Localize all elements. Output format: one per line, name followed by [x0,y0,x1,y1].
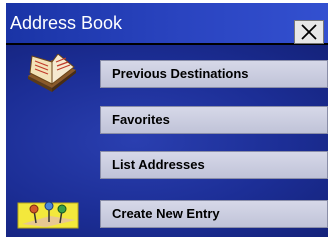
pins-icon [17,201,79,229]
list-addresses-button[interactable]: List Addresses [100,151,328,179]
close-icon [301,24,317,40]
close-button[interactable] [294,20,324,44]
favorites-button[interactable]: Favorites [100,106,328,134]
title-bar: Address Book [6,3,328,44]
create-new-entry-button[interactable]: Create New Entry [100,200,328,228]
address-book-screen: Address Book Previous Destinations Favor… [6,3,328,237]
window-title: Address Book [10,13,123,33]
menu-area: Previous Destinations Favorites List Add… [6,45,328,237]
book-icon [28,54,76,92]
previous-destinations-button[interactable]: Previous Destinations [100,60,328,88]
